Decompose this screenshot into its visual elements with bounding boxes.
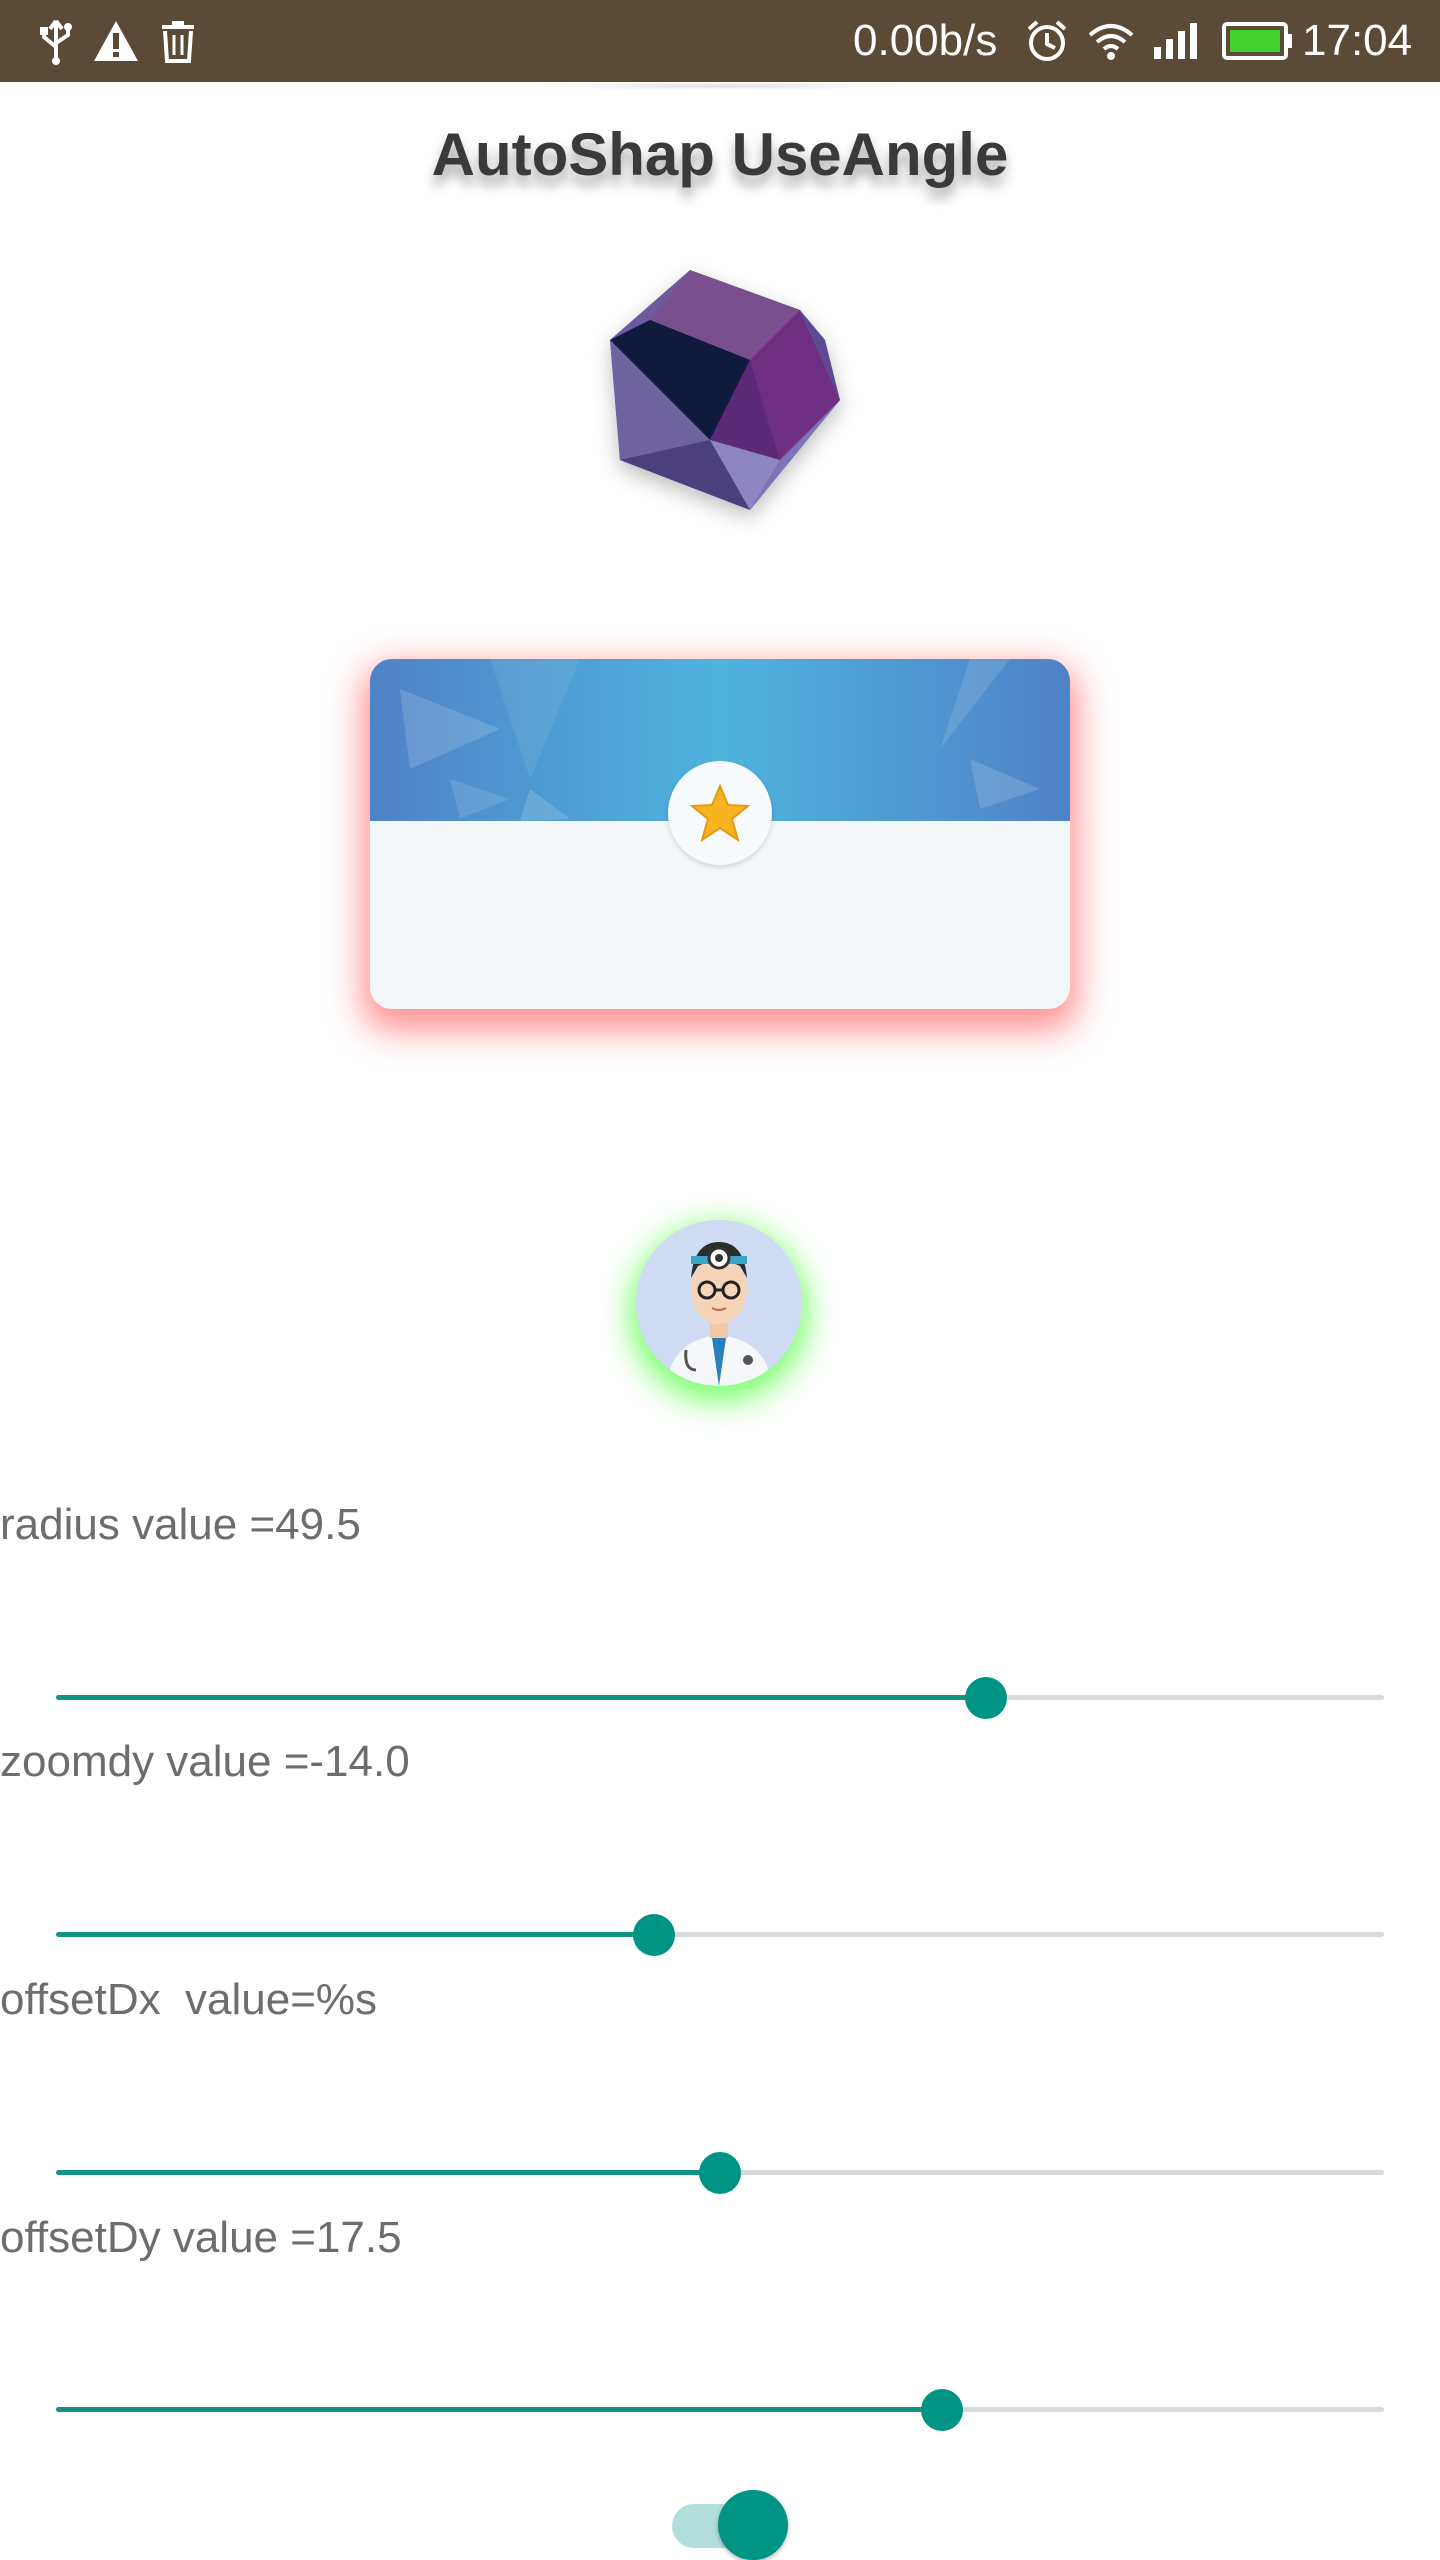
slider-thumb[interactable] — [699, 2152, 741, 2194]
slider-fill — [56, 2407, 942, 2412]
zoomdy-slider[interactable] — [56, 1914, 1384, 1956]
signal-icon — [1150, 0, 1200, 82]
radius-slider[interactable] — [56, 1677, 1384, 1719]
slider-thumb[interactable] — [632, 1914, 675, 1956]
slider-fill — [56, 2170, 720, 2175]
doctor-avatar — [636, 1220, 802, 1386]
page-title: AutoShap UseAngle — [431, 121, 1009, 188]
star-badge — [668, 761, 772, 865]
radius-label: radius value =49.5 — [0, 1500, 361, 1549]
slider-fill — [56, 1932, 654, 1937]
status-bar: 0.00b/s 17:04 — [0, 0, 1440, 82]
slider-thumb[interactable] — [964, 1677, 1007, 1719]
polyhedron-image — [600, 260, 840, 520]
star-icon — [690, 784, 750, 842]
slider-fill — [56, 1695, 986, 1700]
alarm-icon — [1024, 0, 1070, 82]
usb-icon — [34, 0, 78, 82]
toggle-thumb[interactable] — [718, 2490, 788, 2560]
shadow-toggle-switch[interactable] — [672, 2490, 792, 2560]
offsetdx-label: offsetDx value=%s — [0, 1975, 378, 2024]
clock: 17:04 — [1302, 16, 1413, 65]
offsetdy-slider[interactable] — [56, 2389, 1384, 2431]
zoomdy-label: zoomdy value =-14.0 — [0, 1737, 410, 1786]
slider-thumb[interactable] — [920, 2389, 963, 2431]
trash-icon — [156, 0, 200, 82]
offsetdy-label: offsetDy value =17.5 — [0, 2213, 402, 2262]
network-speed: 0.00b/s — [853, 16, 998, 65]
shadow-card — [370, 659, 1070, 1009]
wifi-icon — [1086, 0, 1136, 82]
battery-icon — [1222, 0, 1294, 82]
warning-icon — [90, 0, 142, 82]
offsetdx-slider[interactable] — [56, 2152, 1384, 2194]
toolbar-shadow — [520, 82, 920, 90]
